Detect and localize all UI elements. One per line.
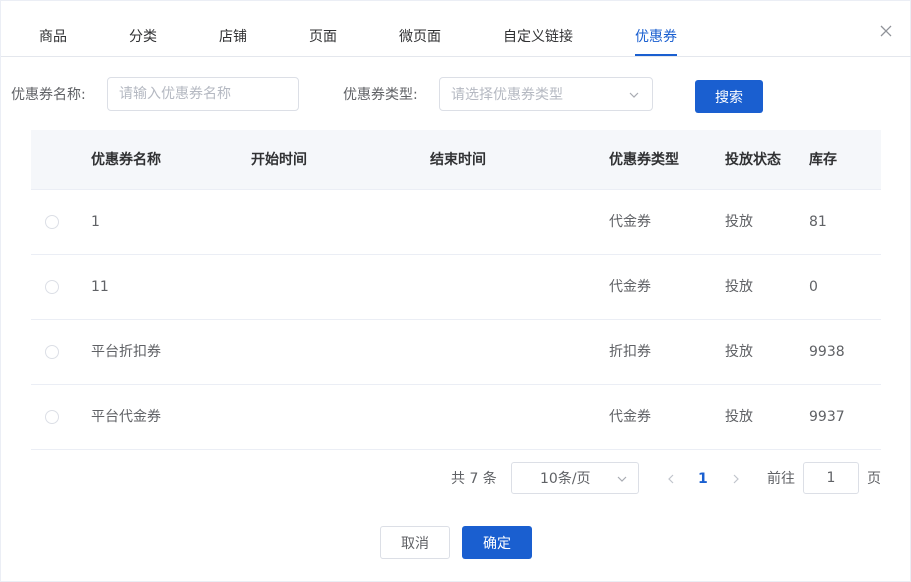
cell-stock: 9937 — [809, 409, 845, 425]
chevron-down-icon — [616, 473, 628, 485]
table-header: 优惠券名称 开始时间 结束时间 优惠券类型 投放状态 库存 — [31, 130, 881, 190]
cell-stock: 81 — [809, 214, 827, 230]
tab-micro-pages[interactable]: 微页面 — [399, 27, 441, 47]
cell-type: 折扣券 — [609, 344, 651, 360]
chevron-down-icon — [628, 89, 640, 101]
row-radio[interactable] — [45, 345, 59, 359]
cell-name: 平台折扣券 — [91, 344, 161, 360]
goto-label: 前往 — [767, 471, 795, 487]
column-header-type: 优惠券类型 — [609, 152, 679, 168]
coupon-picker-dialog: 商品 分类 店铺 页面 微页面 自定义链接 优惠券 优惠券名称: 优惠券类型: … — [0, 0, 911, 582]
row-radio[interactable] — [45, 410, 59, 424]
goto-page-input[interactable] — [803, 462, 859, 494]
cell-stock: 9938 — [809, 344, 845, 360]
cell-name: 11 — [91, 279, 109, 295]
chevron-right-icon[interactable] — [730, 473, 742, 485]
cell-status: 投放 — [725, 279, 753, 295]
pagination-total: 共 7 条 — [451, 471, 497, 487]
tab-products[interactable]: 商品 — [39, 27, 67, 47]
column-header-name: 优惠券名称 — [91, 152, 161, 168]
table-row[interactable]: 1 代金券 投放 81 — [31, 190, 881, 255]
coupon-name-label: 优惠券名称: — [11, 87, 86, 103]
chevron-left-icon[interactable] — [665, 473, 677, 485]
page-size-select[interactable]: 10条/页 — [511, 462, 639, 494]
search-button[interactable]: 搜索 — [695, 80, 763, 113]
cell-type: 代金券 — [609, 409, 651, 425]
row-radio[interactable] — [45, 215, 59, 229]
column-header-stock: 库存 — [809, 152, 837, 168]
table-row[interactable]: 11 代金券 投放 0 — [31, 255, 881, 320]
cancel-button[interactable]: 取消 — [380, 526, 450, 559]
coupon-type-label: 优惠券类型: — [343, 87, 418, 103]
tab-stores[interactable]: 店铺 — [219, 27, 247, 47]
cell-name: 平台代金券 — [91, 409, 161, 425]
cell-status: 投放 — [725, 214, 753, 230]
tab-bar: 商品 分类 店铺 页面 微页面 自定义链接 优惠券 — [1, 1, 911, 57]
column-header-start-time: 开始时间 — [251, 152, 307, 168]
page-number-current[interactable]: 1 — [698, 469, 708, 489]
table-row[interactable]: 平台折扣券 折扣券 投放 9938 — [31, 320, 881, 385]
coupon-name-input[interactable] — [107, 77, 299, 111]
page-suffix: 页 — [867, 471, 881, 487]
cell-name: 1 — [91, 214, 100, 230]
cell-status: 投放 — [725, 344, 753, 360]
tab-custom-links[interactable]: 自定义链接 — [503, 27, 573, 47]
cell-type: 代金券 — [609, 214, 651, 230]
column-header-status: 投放状态 — [725, 152, 781, 168]
active-tab-indicator — [635, 54, 677, 56]
column-header-end-time: 结束时间 — [430, 152, 486, 168]
tab-categories[interactable]: 分类 — [129, 27, 157, 47]
page-size-value: 10条/页 — [540, 471, 591, 487]
table-row[interactable]: 平台代金券 代金券 投放 9937 — [31, 385, 881, 450]
coupon-table: 优惠券名称 开始时间 结束时间 优惠券类型 投放状态 库存 1 代金券 投放 8… — [31, 130, 881, 450]
cell-type: 代金券 — [609, 279, 651, 295]
cell-status: 投放 — [725, 409, 753, 425]
row-radio[interactable] — [45, 280, 59, 294]
confirm-button[interactable]: 确定 — [462, 526, 532, 559]
tab-pages[interactable]: 页面 — [309, 27, 337, 47]
cell-stock: 0 — [809, 279, 818, 295]
coupon-type-select[interactable]: 请选择优惠券类型 — [439, 77, 653, 111]
close-icon[interactable] — [878, 23, 894, 39]
coupon-type-placeholder: 请选择优惠券类型 — [451, 87, 563, 103]
tab-coupons[interactable]: 优惠券 — [635, 27, 677, 47]
